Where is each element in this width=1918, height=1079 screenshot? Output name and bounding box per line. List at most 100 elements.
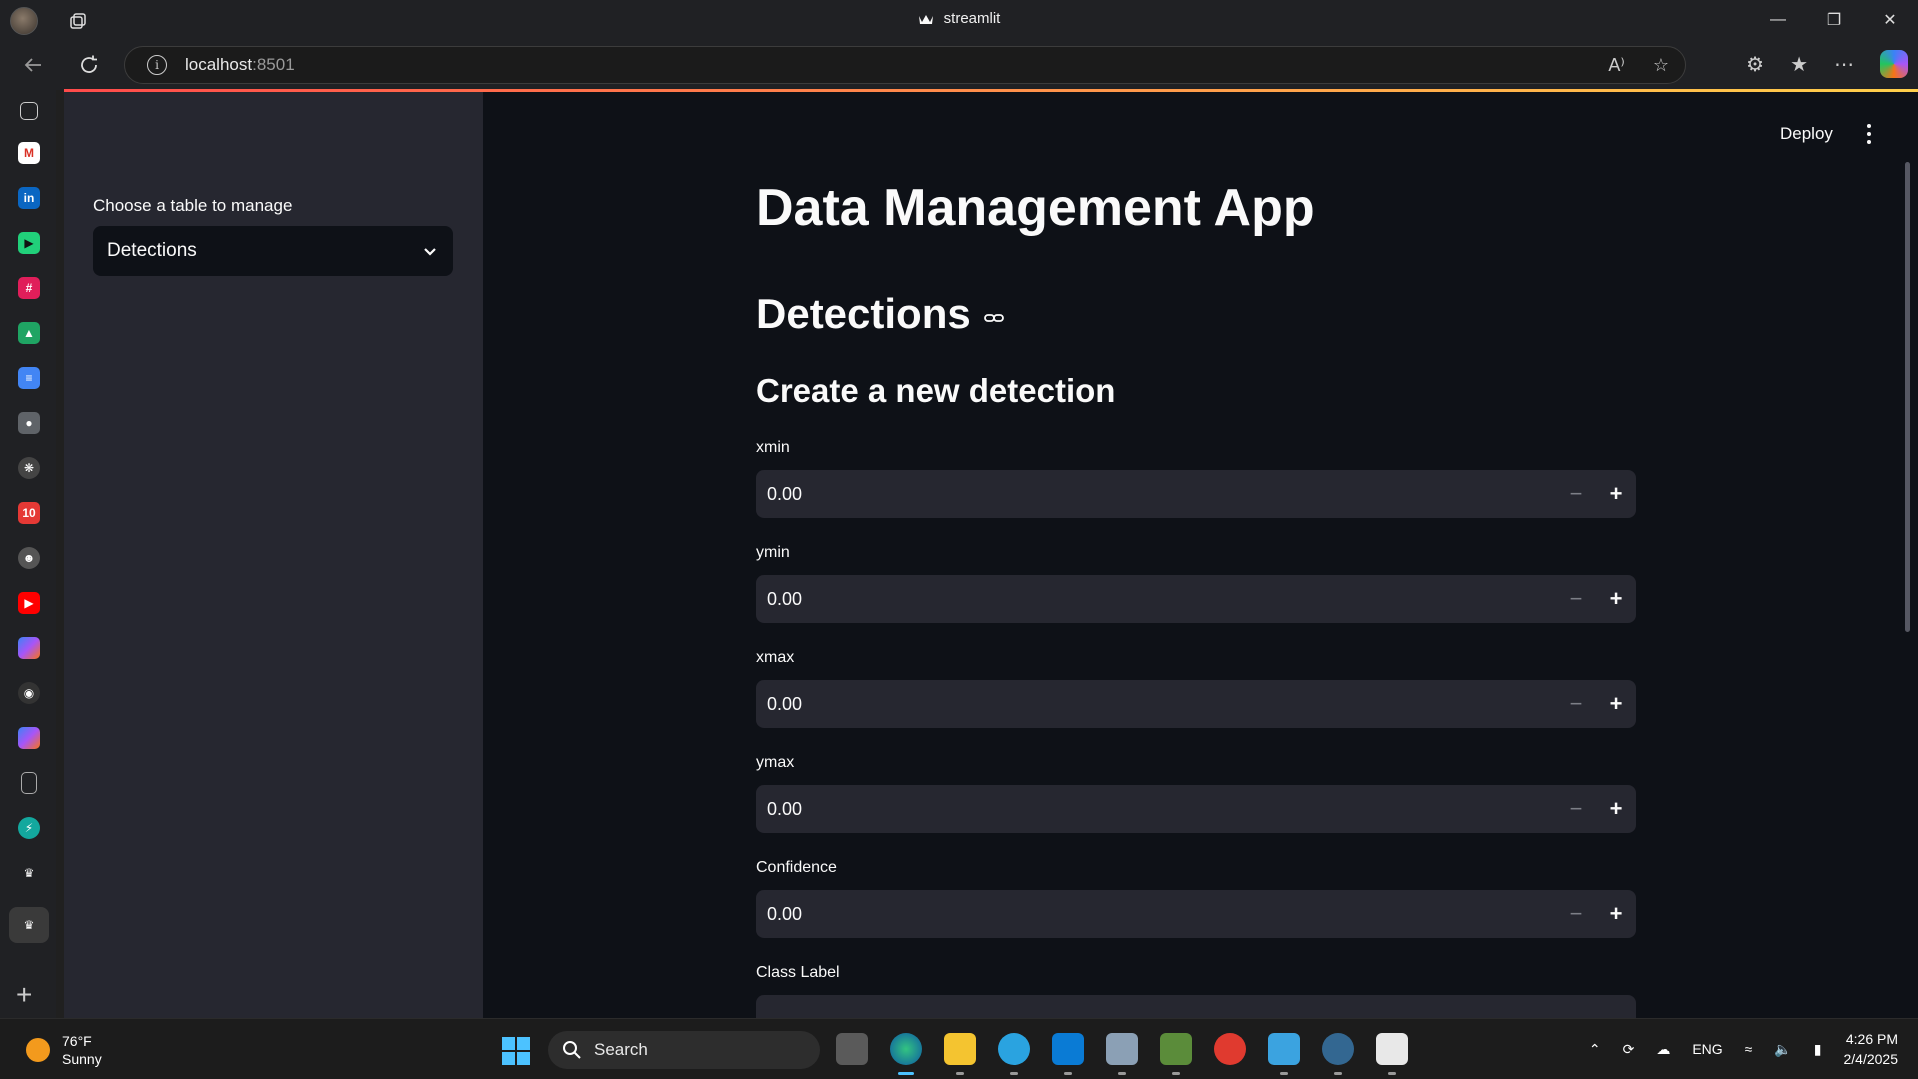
windows-start-icon[interactable] — [502, 1037, 530, 1065]
contacts-icon[interactable]: ● — [18, 412, 40, 434]
table-select[interactable]: Detections — [93, 226, 453, 276]
copilot-sidebar-icon-2[interactable] — [18, 727, 40, 749]
google-docs-icon[interactable]: ≡ — [18, 367, 40, 389]
xmin-increment-button[interactable]: + — [1596, 470, 1636, 518]
sync-icon[interactable]: ⟳ — [1623, 1041, 1635, 1058]
search-icon — [563, 1041, 581, 1059]
task-view-icon[interactable] — [836, 1033, 868, 1065]
url-text[interactable]: localhost:8501 — [185, 55, 295, 75]
google-drive-icon[interactable]: ▲ — [18, 322, 40, 344]
favorites-icon[interactable]: ★ — [1790, 52, 1808, 77]
github-icon[interactable]: ◉ — [18, 682, 40, 704]
ymax-decrement-button[interactable]: − — [1556, 785, 1596, 833]
browser-title-bar: streamlit — ❐ ✕ — [0, 0, 1918, 40]
postgresql-icon[interactable] — [1322, 1033, 1354, 1075]
main-content: Data Management App Detections Create a … — [756, 92, 1636, 1018]
calendar-icon[interactable]: 10 — [18, 502, 40, 524]
streamlit-sidebar: Choose a table to manage Detections — [64, 92, 483, 1018]
more-options-icon[interactable]: ⋯ — [1834, 52, 1854, 77]
close-window-button[interactable]: ✕ — [1862, 0, 1918, 40]
xmax-increment-button[interactable]: + — [1596, 680, 1636, 728]
copilot-sidebar-icon[interactable] — [18, 637, 40, 659]
gmail-icon[interactable]: M — [18, 142, 40, 164]
discord-icon[interactable]: ☻ — [18, 547, 40, 569]
deploy-button[interactable]: Deploy — [1780, 124, 1833, 144]
ymax-increment-button[interactable]: + — [1596, 785, 1636, 833]
onedrive-cloud-icon[interactable]: ☁ — [1656, 1041, 1670, 1058]
slack-icon[interactable]: # — [18, 277, 40, 299]
xmax-decrement-button[interactable]: − — [1556, 680, 1596, 728]
extensions-icon[interactable]: ⚙ — [1746, 52, 1764, 77]
chatgpt-icon[interactable]: ❋ — [18, 457, 40, 479]
table-select-value: Detections — [107, 240, 197, 261]
address-bar[interactable]: i localhost:8501 A⁾ ☆ — [124, 46, 1686, 84]
ymin-decrement-button[interactable]: − — [1556, 575, 1596, 623]
telegram-icon[interactable] — [998, 1033, 1030, 1075]
field-label-xmin: xmin — [756, 439, 790, 456]
ymin-input[interactable]: 0.00 − + — [756, 575, 1636, 623]
sidebar-toggle-icon[interactable] — [20, 102, 38, 120]
show-hidden-icons-chevron-icon[interactable]: ⌃ — [1589, 1041, 1601, 1058]
clock[interactable]: 4:26 PM 2/4/2025 — [1844, 1029, 1899, 1069]
file-explorer-icon[interactable] — [944, 1033, 976, 1075]
weather-condition: Sunny — [62, 1051, 102, 1067]
image-app-icon[interactable] — [1160, 1033, 1192, 1075]
app-green-icon[interactable]: ▶ — [18, 232, 40, 254]
wps-office-icon[interactable] — [1214, 1033, 1246, 1065]
windows-taskbar: 76°F Sunny Search ⌃ ⟳ ☁ ENG ≈ 🔈 ▮ 4:26 P… — [0, 1018, 1918, 1079]
window-title: streamlit — [0, 10, 1918, 27]
xmin-decrement-button[interactable]: − — [1556, 470, 1596, 518]
notepad-icon[interactable] — [1268, 1033, 1300, 1075]
edge-sidebar: M in ▶ # ▲ ≡ ● ❋ 10 ☻ ▶ ◉ ⚡ ♛ ♛ + — [0, 90, 56, 1018]
minimize-button[interactable]: — — [1750, 0, 1806, 40]
ymax-input[interactable]: 0.00 − + — [756, 785, 1636, 833]
confidence-increment-button[interactable]: + — [1596, 890, 1636, 938]
site-info-icon[interactable]: i — [147, 55, 167, 75]
confidence-value[interactable]: 0.00 — [767, 904, 1556, 925]
refresh-button[interactable] — [76, 52, 102, 78]
battery-icon[interactable]: ▮ — [1814, 1041, 1822, 1058]
restore-button[interactable]: ❐ — [1806, 0, 1862, 40]
wifi-icon[interactable]: ≈ — [1745, 1041, 1753, 1057]
class-label-input[interactable] — [756, 995, 1636, 1018]
xmax-value[interactable]: 0.00 — [767, 694, 1556, 715]
edge-browser-icon[interactable] — [890, 1033, 922, 1075]
xmin-value[interactable]: 0.00 — [767, 484, 1556, 505]
confidence-decrement-button[interactable]: − — [1556, 890, 1596, 938]
vscode-icon[interactable] — [1052, 1033, 1084, 1075]
field-label-xmax: xmax — [756, 649, 795, 666]
ymin-value[interactable]: 0.00 — [767, 589, 1556, 610]
youtube-icon[interactable]: ▶ — [18, 592, 40, 614]
section-title-text: Detections — [756, 290, 971, 337]
back-arrow-icon — [24, 58, 41, 72]
anchor-link-icon[interactable] — [983, 307, 1005, 329]
volume-icon[interactable]: 🔈 — [1774, 1041, 1791, 1058]
read-aloud-icon[interactable]: A⁾ — [1608, 55, 1624, 76]
ymin-increment-button[interactable]: + — [1596, 575, 1636, 623]
favorite-star-icon[interactable]: ☆ — [1653, 55, 1669, 76]
linkedin-icon[interactable]: in — [18, 187, 40, 209]
streamlit-app: Choose a table to manage Detections Depl… — [64, 92, 1918, 1018]
xmin-input[interactable]: 0.00 − + — [756, 470, 1636, 518]
field-label-ymax: ymax — [756, 754, 795, 771]
database-app-icon[interactable] — [1106, 1033, 1138, 1075]
add-sidebar-app-icon[interactable]: + — [16, 979, 32, 1011]
ymax-value[interactable]: 0.00 — [767, 799, 1556, 820]
copilot-icon[interactable] — [1880, 50, 1908, 78]
streamlit-sidebar-icon[interactable]: ♛ — [18, 862, 40, 884]
snipping-tool-icon[interactable] — [1376, 1033, 1408, 1075]
back-button[interactable] — [20, 52, 46, 78]
xmax-input[interactable]: 0.00 − + — [756, 680, 1636, 728]
confidence-input[interactable]: 0.00 − + — [756, 890, 1636, 938]
app-teal-icon[interactable]: ⚡ — [18, 817, 40, 839]
main-menu-icon[interactable] — [1861, 122, 1877, 146]
clock-date: 2/4/2025 — [1843, 1051, 1899, 1067]
language-indicator[interactable]: ENG — [1692, 1041, 1722, 1057]
file-icon[interactable] — [21, 772, 37, 794]
weather-widget[interactable]: 76°F Sunny — [26, 1032, 102, 1068]
scrollbar[interactable] — [1905, 162, 1910, 632]
streamlit-active-sidebar-icon[interactable]: ♛ — [9, 907, 49, 943]
field-label-class-label: Class Label — [756, 964, 840, 981]
page-title: Data Management App — [756, 179, 1315, 237]
taskbar-search[interactable]: Search — [548, 1031, 820, 1069]
